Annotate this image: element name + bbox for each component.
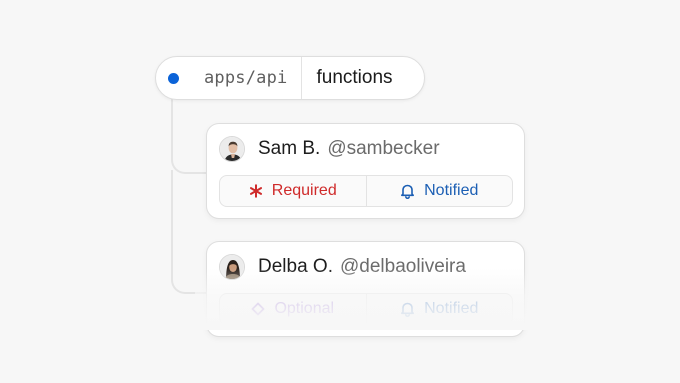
reviewer-status-group: Optional Notified: [219, 293, 513, 325]
tree-connector: [171, 95, 209, 174]
reviewer-card[interactable]: Delba O. @delbaoliveira Optional Notifie…: [206, 241, 525, 337]
reviewer-status-group: Required Notified: [219, 175, 513, 207]
reviewer-header: Sam B. @sambecker: [219, 136, 440, 162]
reviewer-handle[interactable]: @delbaoliveira: [340, 256, 466, 278]
diamond-icon: [252, 302, 265, 316]
notified-label: Notified: [424, 300, 479, 317]
reviewer-name: Sam B.: [258, 138, 321, 159]
notified-label: Notified: [424, 182, 479, 199]
required-label: Required: [271, 182, 337, 199]
path-breadcrumb[interactable]: apps/api functions: [155, 56, 425, 100]
reviewer-handle[interactable]: @sambecker: [327, 138, 439, 160]
required-chip[interactable]: Required: [220, 176, 366, 206]
path-directory: functions: [316, 67, 393, 88]
reviewer-header: Delba O. @delbaoliveira: [219, 254, 466, 280]
avatar: [219, 136, 245, 162]
tree-connector: [171, 170, 209, 294]
reviewer-name: Delba O.: [258, 256, 333, 277]
notified-chip[interactable]: Notified: [365, 176, 513, 206]
code-owners-tree: apps/api functions Sam B. @sambecker Req…: [0, 0, 680, 383]
optional-chip[interactable]: Optional: [220, 294, 366, 324]
asterisk-icon: [249, 184, 262, 198]
notified-chip[interactable]: Notified: [365, 294, 513, 324]
bell-icon: [401, 184, 415, 199]
path-repo: apps/api: [204, 68, 288, 88]
bell-icon: [401, 302, 415, 317]
status-dot: [168, 72, 179, 84]
avatar: [219, 254, 245, 280]
optional-label: Optional: [274, 300, 335, 317]
reviewer-card[interactable]: Sam B. @sambecker Required Notified: [206, 123, 525, 219]
